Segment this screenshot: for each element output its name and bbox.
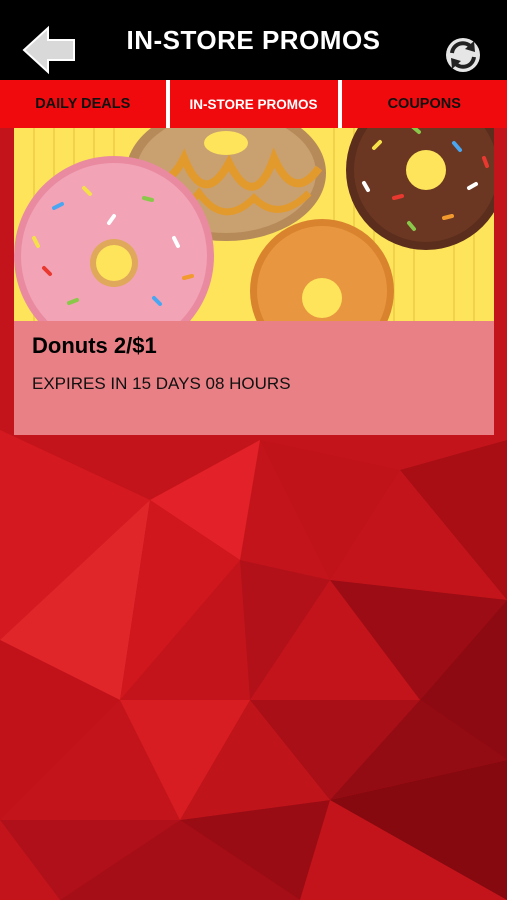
donuts-image bbox=[14, 128, 494, 321]
tab-bar: DAILY DEALS IN-STORE PROMOS COUPONS bbox=[0, 80, 507, 128]
top-app-bar: IN-STORE PROMOS bbox=[0, 0, 507, 80]
promo-card[interactable]: Donuts 2/$1 EXPIRES IN 15 DAYS 08 HOURS bbox=[14, 128, 494, 435]
tab-daily-deals[interactable]: DAILY DEALS bbox=[0, 80, 166, 128]
back-button[interactable] bbox=[22, 24, 78, 76]
page-title: IN-STORE PROMOS bbox=[126, 24, 381, 55]
back-arrow-icon bbox=[22, 25, 75, 75]
refresh-icon bbox=[446, 38, 480, 72]
tab-coupons[interactable]: COUPONS bbox=[341, 80, 507, 128]
promo-title: Donuts 2/$1 bbox=[32, 333, 157, 358]
refresh-button[interactable] bbox=[443, 35, 483, 75]
tab-in-store-promos[interactable]: IN-STORE PROMOS bbox=[165, 80, 342, 128]
promo-expiry: EXPIRES IN 15 DAYS 08 HOURS bbox=[32, 374, 291, 393]
